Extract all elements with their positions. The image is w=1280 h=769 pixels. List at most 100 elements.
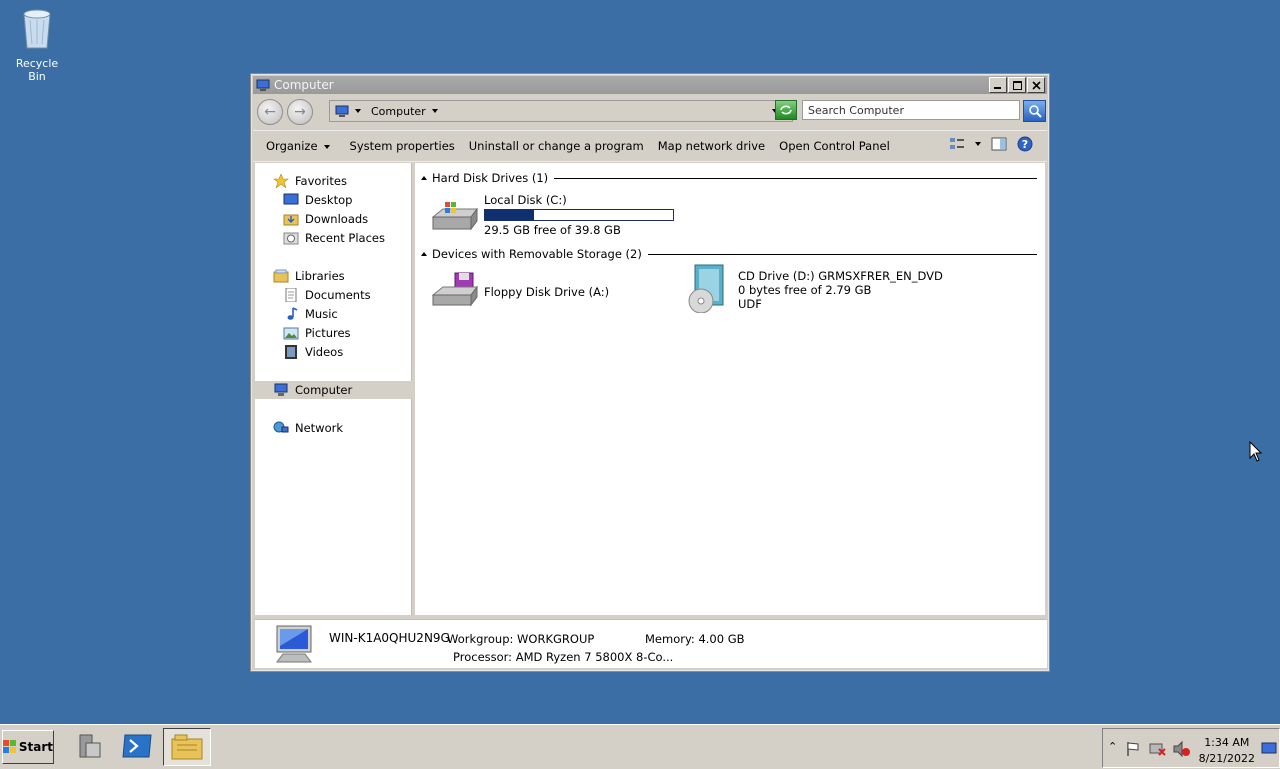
system-properties-button[interactable]: System properties xyxy=(350,139,455,153)
cd-drive-icon xyxy=(688,264,724,313)
drive-d-free: 0 bytes free of 2.79 GB xyxy=(738,283,872,297)
uninstall-program-button[interactable]: Uninstall or change a program xyxy=(469,139,644,153)
desktop-icon xyxy=(283,193,299,205)
pictures-icon xyxy=(283,327,299,340)
show-hidden-icons-icon[interactable]: ⌃ xyxy=(1108,740,1117,753)
music-icon xyxy=(287,307,298,320)
drive-d-name: CD Drive (D:) GRMSXFRER_EN_DVD xyxy=(738,269,943,283)
close-button[interactable] xyxy=(1027,77,1045,93)
organize-button[interactable]: Organize xyxy=(266,139,336,153)
mouse-cursor-icon xyxy=(1249,441,1263,462)
action-center-flag-icon[interactable] xyxy=(1125,741,1141,757)
group-header-hard-disk-drives[interactable]: Hard Disk Drives (1) xyxy=(421,171,1037,185)
address-bar[interactable]: Computer xyxy=(329,100,793,122)
forward-arrow-icon: → xyxy=(294,104,306,120)
documents-icon xyxy=(285,288,297,302)
taskbar-explorer-button[interactable] xyxy=(163,728,211,766)
star-icon xyxy=(273,174,289,188)
nav-videos[interactable]: Videos xyxy=(255,343,439,361)
clock[interactable]: 1:34 AM 8/21/2022 xyxy=(1199,735,1255,767)
window-title: Computer xyxy=(274,78,334,92)
drive-c-free: 29.5 GB free of 39.8 GB xyxy=(484,223,621,237)
maximize-button[interactable] xyxy=(1008,77,1026,93)
drive-c-name: Local Disk (C:) xyxy=(484,193,567,207)
drive-floppy-a[interactable]: Floppy Disk Drive (A:) xyxy=(431,271,609,313)
refresh-icon xyxy=(780,105,792,115)
view-options-icon[interactable] xyxy=(949,137,965,151)
nav-music[interactable]: Music xyxy=(255,305,439,323)
local-disk-icon xyxy=(431,202,478,231)
search-icon xyxy=(1028,105,1042,118)
nav-libraries[interactable]: Libraries xyxy=(255,267,429,285)
recent-places-icon xyxy=(283,232,299,245)
nav-favorites[interactable]: Favorites xyxy=(255,172,429,190)
minimize-icon xyxy=(994,87,1001,89)
title-bar[interactable]: Computer xyxy=(253,76,1047,94)
nav-recent-places[interactable]: Recent Places xyxy=(255,229,439,247)
show-desktop-icon[interactable] xyxy=(1261,742,1277,756)
computer-icon xyxy=(274,383,288,396)
nav-network[interactable]: Network xyxy=(255,419,429,437)
videos-icon xyxy=(285,345,297,359)
search-button[interactable] xyxy=(1023,100,1046,122)
navigation-pane: Favorites Desktop Downloads Recent Place… xyxy=(255,163,429,615)
back-button[interactable]: ← xyxy=(257,99,283,125)
computer-icon xyxy=(276,625,312,663)
nav-downloads[interactable]: Downloads xyxy=(255,210,439,228)
drive-c-usage-bar xyxy=(484,209,674,221)
group-header-removable-storage[interactable]: Devices with Removable Storage (2) xyxy=(421,247,1037,261)
chevron-down-icon[interactable] xyxy=(355,109,361,113)
drive-a-name: Floppy Disk Drive (A:) xyxy=(484,285,610,299)
search-placeholder: Search Computer xyxy=(808,103,904,117)
nav-desktop[interactable]: Desktop xyxy=(255,191,439,209)
details-pane: WIN-K1A0QHU2N9G Workgroup: WORKGROUP Mem… xyxy=(255,619,1047,668)
network-status-icon[interactable] xyxy=(1149,741,1167,757)
view-dropdown-icon[interactable] xyxy=(975,142,981,146)
downloads-folder-icon xyxy=(283,214,299,226)
taskbar-powershell-button[interactable] xyxy=(114,728,160,764)
drive-cd-d[interactable]: CD Drive (D:) GRMSXFRER_EN_DVD 0 bytes f… xyxy=(685,263,943,313)
nav-computer[interactable]: Computer xyxy=(255,381,429,399)
open-control-panel-button[interactable]: Open Control Panel xyxy=(779,139,890,153)
powershell-icon xyxy=(122,734,152,758)
clock-date: 8/21/2022 xyxy=(1198,752,1255,765)
recycle-bin-label: Recycle Bin xyxy=(15,57,59,83)
refresh-button[interactable] xyxy=(775,100,797,120)
collapse-icon xyxy=(421,176,427,180)
breadcrumb-computer[interactable]: Computer xyxy=(371,105,426,118)
nav-documents[interactable]: Documents xyxy=(255,286,439,304)
system-tray: ⌃ 1:34 AM 8/21/2022 xyxy=(1102,728,1280,768)
command-bar: Organize System properties Uninstall or … xyxy=(253,130,1047,162)
chevron-down-icon[interactable] xyxy=(431,109,438,113)
preview-pane-icon[interactable] xyxy=(991,137,1007,151)
taskbar-server-manager-button[interactable] xyxy=(64,728,110,764)
computer-name: WIN-K1A0QHU2N9G xyxy=(329,631,450,645)
close-icon xyxy=(1031,80,1041,90)
libraries-icon xyxy=(273,269,289,283)
search-input[interactable]: Search Computer xyxy=(802,100,1020,120)
network-icon xyxy=(273,421,289,433)
help-icon[interactable]: ? xyxy=(1017,136,1033,152)
content-pane: Hard Disk Drives (1) Local Disk (C:) 29.… xyxy=(415,163,1045,615)
recycle-bin-desktop-icon[interactable]: Recycle Bin xyxy=(6,6,68,83)
floppy-drive-icon xyxy=(431,272,478,307)
drive-d-filesystem: UDF xyxy=(738,297,762,311)
windows-logo-icon xyxy=(3,740,16,753)
svg-text:?: ? xyxy=(1022,138,1028,151)
volume-muted-icon[interactable] xyxy=(1173,741,1191,757)
minimize-button[interactable] xyxy=(989,77,1007,93)
maximize-icon xyxy=(1012,80,1022,90)
back-arrow-icon: ← xyxy=(264,104,276,120)
computer-icon xyxy=(256,79,270,91)
computer-window: Computer ← → Computer Search Computer Or… xyxy=(250,73,1050,672)
forward-button[interactable]: → xyxy=(287,99,313,125)
map-network-drive-button[interactable]: Map network drive xyxy=(658,139,765,153)
explorer-folder-icon xyxy=(171,734,203,760)
processor: Processor: AMD Ryzen 7 5800X 8-Co... xyxy=(453,650,674,664)
collapse-icon xyxy=(421,252,427,256)
nav-pictures[interactable]: Pictures xyxy=(255,324,439,342)
drive-local-disk-c[interactable]: Local Disk (C:) 29.5 GB free of 39.8 GB xyxy=(431,193,674,237)
memory: Memory: 4.00 GB xyxy=(645,632,745,646)
start-button[interactable]: Start xyxy=(2,730,54,764)
clock-time: 1:34 AM xyxy=(1204,736,1250,749)
